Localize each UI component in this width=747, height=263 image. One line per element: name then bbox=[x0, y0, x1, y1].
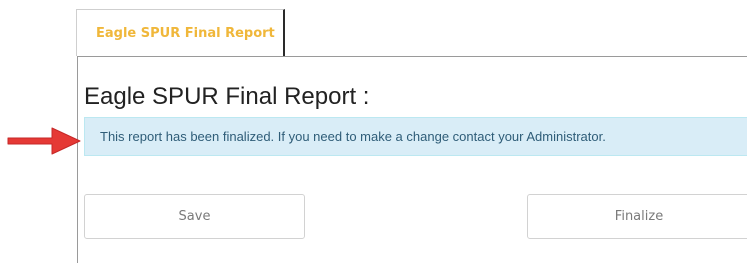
report-page: Eagle SPUR Final Report Eagle SPUR Final… bbox=[0, 0, 747, 263]
tab-label: Eagle SPUR Final Report bbox=[96, 25, 275, 41]
save-button[interactable]: Save bbox=[84, 194, 305, 239]
finalized-alert: This report has been finalized. If you n… bbox=[84, 117, 747, 156]
save-button-label: Save bbox=[178, 209, 211, 224]
tab-final-report[interactable]: Eagle SPUR Final Report bbox=[76, 9, 285, 56]
arrow-right-icon bbox=[7, 127, 81, 155]
finalize-button-label: Finalize bbox=[614, 209, 664, 224]
page-title: Eagle SPUR Final Report : bbox=[84, 83, 370, 110]
alert-message: This report has been finalized. If you n… bbox=[100, 129, 606, 144]
finalize-button[interactable]: Finalize bbox=[527, 194, 747, 239]
